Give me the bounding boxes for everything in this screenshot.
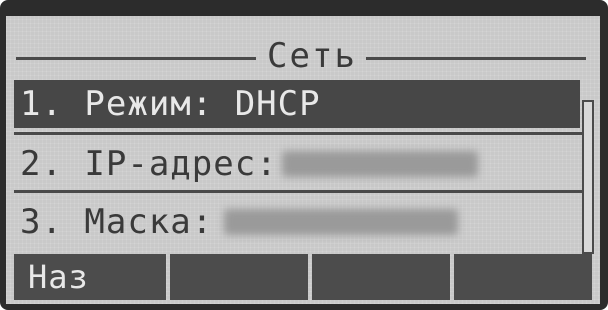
header-rule-left xyxy=(16,57,256,60)
lcd-screen: Сеть 1. Режим: DHCP 2. IP-адрес: 3. Маск… xyxy=(6,16,600,304)
menu-item-label: 1. Режим: DHCP xyxy=(20,84,321,124)
menu-item-label: 3. Маска: xyxy=(20,202,214,242)
menu-item-mode[interactable]: 1. Режим: DHCP xyxy=(14,80,580,128)
softkey-4[interactable] xyxy=(454,254,592,300)
menu-divider xyxy=(14,190,588,193)
scrollbar[interactable] xyxy=(582,100,594,254)
screen-title: Сеть xyxy=(267,36,357,76)
screen-header: Сеть xyxy=(6,34,600,80)
softkey-2[interactable] xyxy=(170,254,308,300)
menu-divider xyxy=(14,132,588,135)
obscured-mask-value xyxy=(224,209,458,235)
softkey-bar: Наз xyxy=(14,254,592,300)
softkey-back[interactable]: Наз xyxy=(14,254,166,300)
header-rule-right xyxy=(366,57,586,60)
obscured-ip-value xyxy=(282,151,478,177)
phone-display-bezel: Сеть 1. Режим: DHCP 2. IP-адрес: 3. Маск… xyxy=(0,0,608,310)
menu-item-label: 2. IP-адрес: xyxy=(20,144,278,184)
menu-item-mask[interactable]: 3. Маска: xyxy=(14,198,580,246)
softkey-3[interactable] xyxy=(312,254,450,300)
menu-item-ip-address[interactable]: 2. IP-адрес: xyxy=(14,140,580,188)
